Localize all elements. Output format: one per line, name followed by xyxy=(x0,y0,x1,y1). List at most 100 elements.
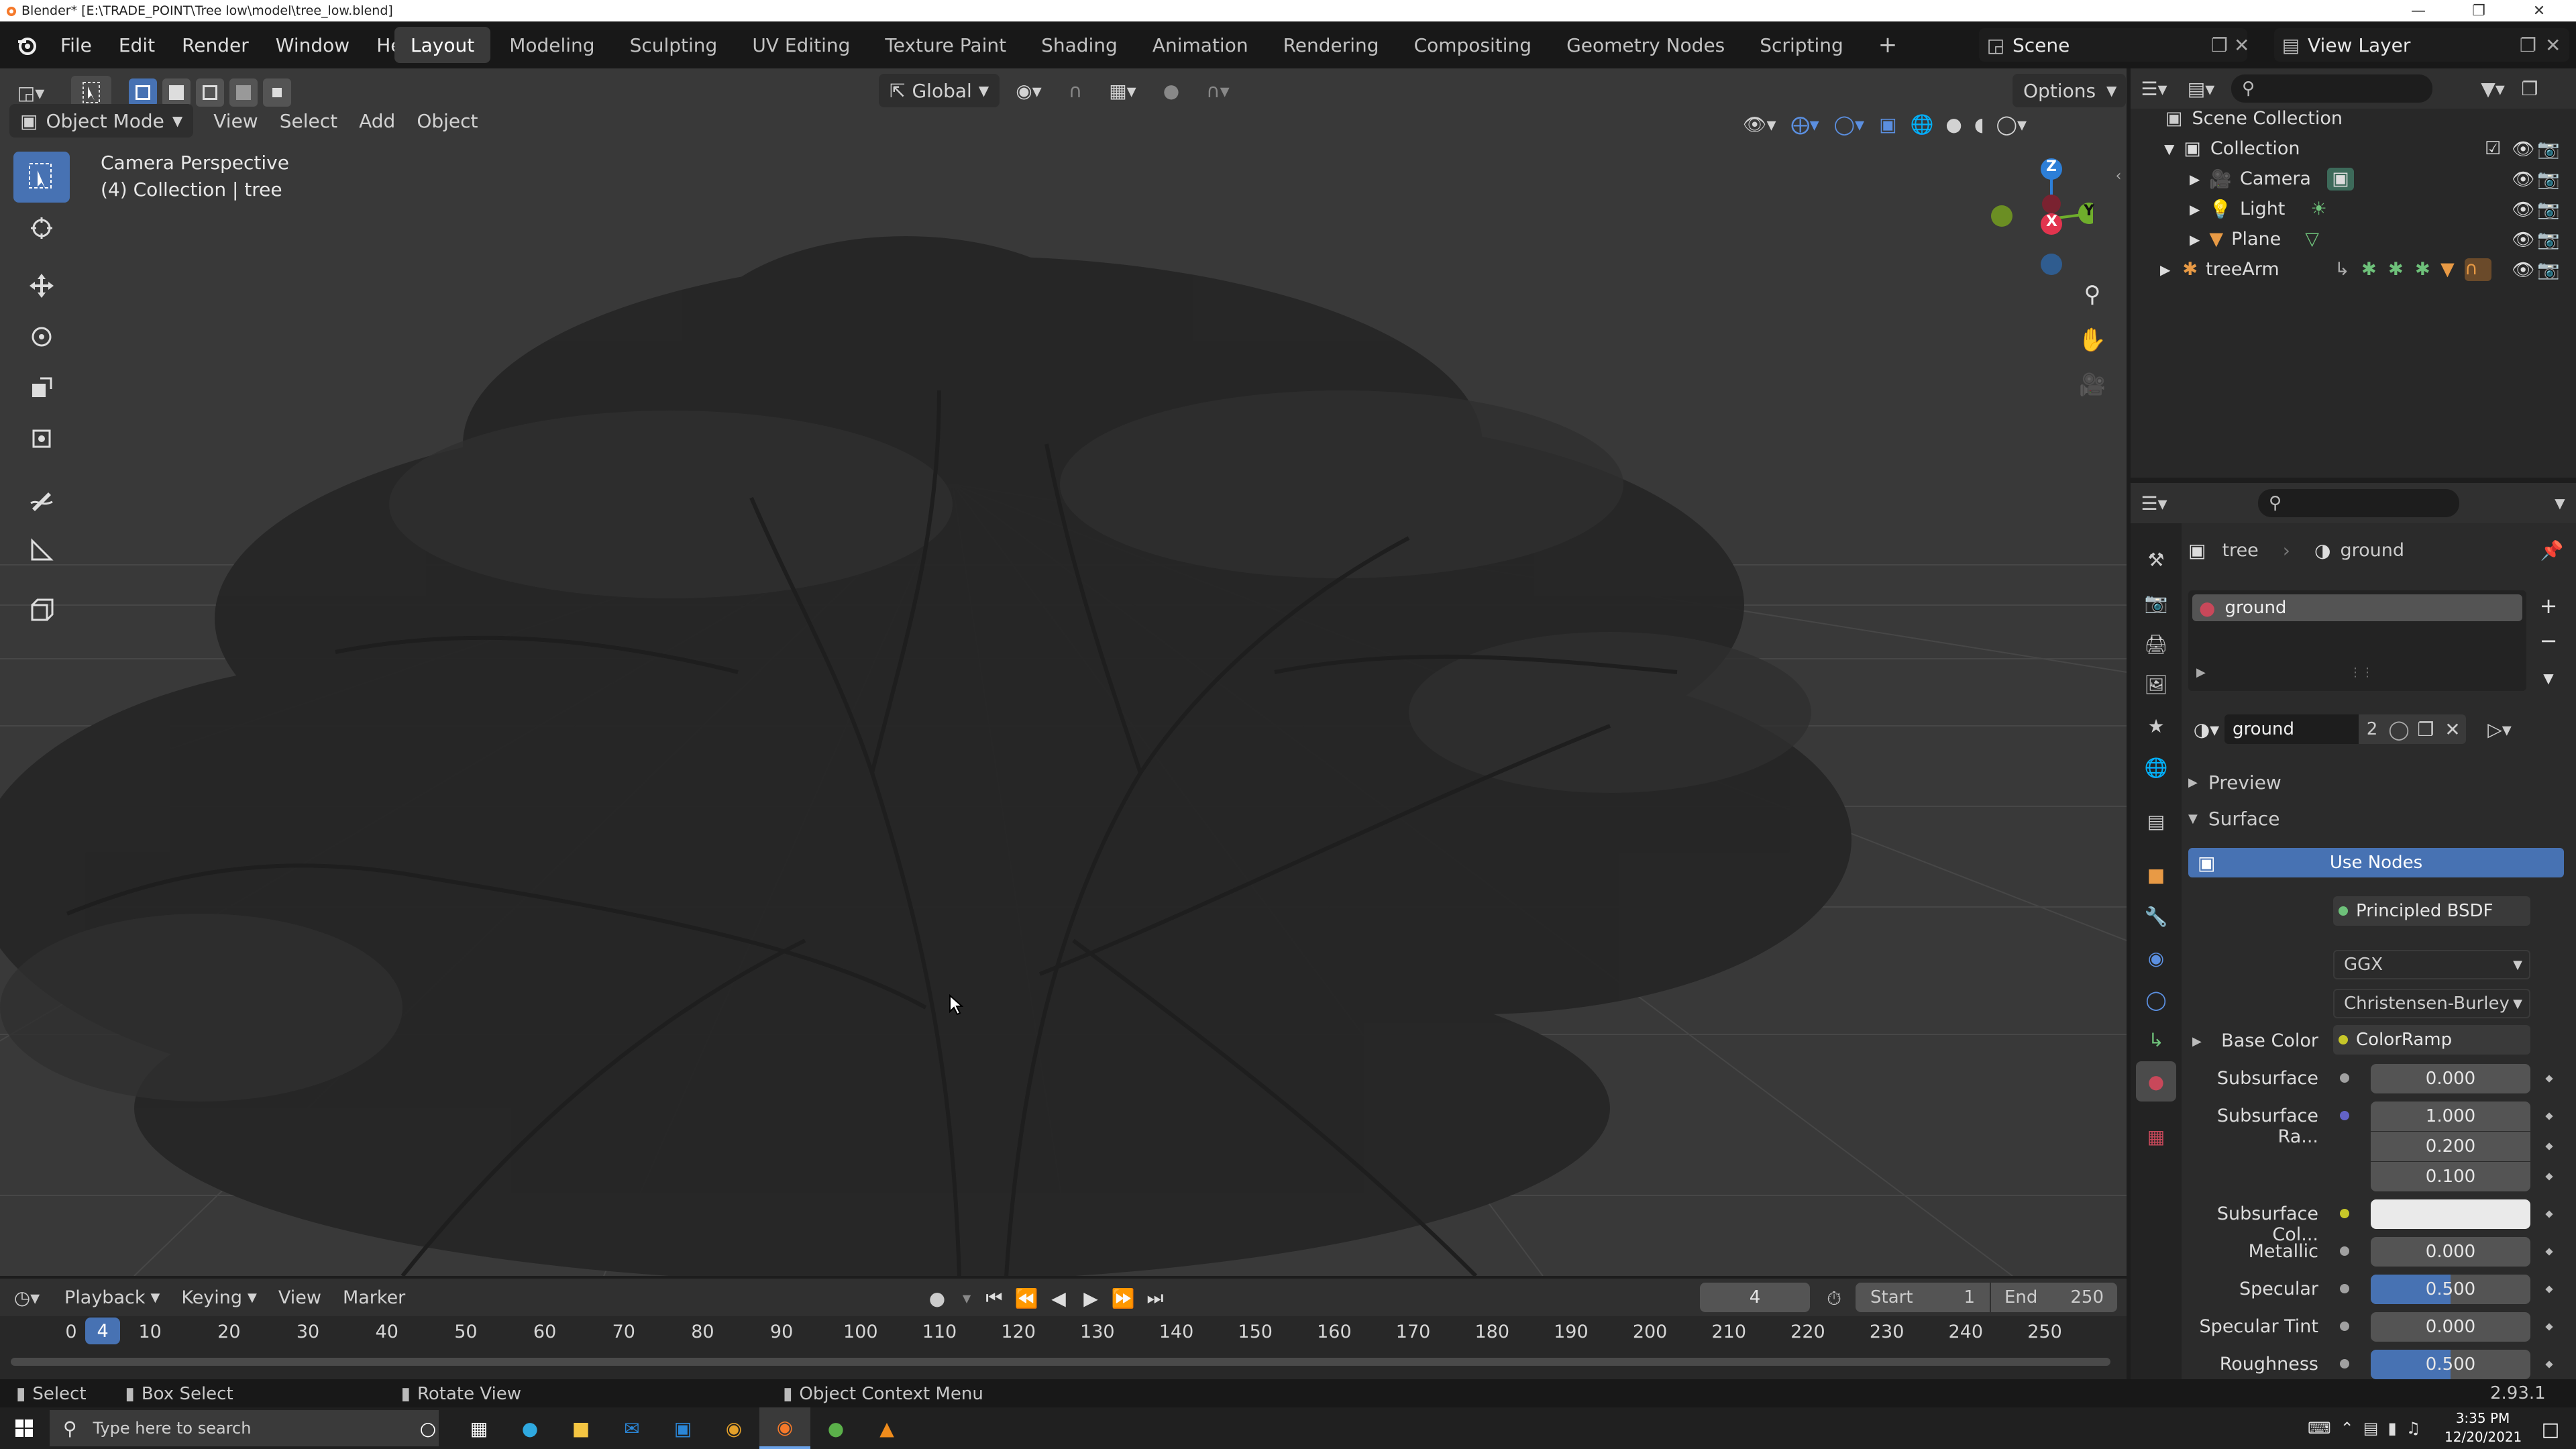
frame-ruler[interactable]: 4 0 10 20 30 40 50 60 70 80 90 100 110 120 130 140 150 1… xyxy=(0,1316,2127,1379)
subsurface-radius-x-field[interactable]: 1.000 xyxy=(2371,1102,2530,1131)
display-mode-icon[interactable]: ▤▾ xyxy=(2178,72,2224,105)
camera-view-icon[interactable]: 🎥 xyxy=(2076,368,2109,401)
user-count[interactable]: 2 xyxy=(2359,714,2385,744)
annotate-tool[interactable] xyxy=(13,474,70,525)
browse-material-icon[interactable]: ◑▾ xyxy=(2188,714,2224,744)
preview-panel-header[interactable]: ▶ Preview xyxy=(2188,767,2571,797)
tab-uv-editing[interactable]: UV Editing xyxy=(736,27,866,63)
3d-viewport[interactable]: ◲▾ ▣ Object Mode ▼ View Select Add Objec… xyxy=(0,68,2127,1276)
filter-icon[interactable]: ▼▾ xyxy=(2473,72,2513,105)
pin-icon[interactable]: 📌 xyxy=(2538,537,2565,564)
xray-toggle-icon[interactable]: ▣ xyxy=(1874,107,1902,141)
sidebar-toggle-icon[interactable]: ‹ xyxy=(2110,162,2127,189)
menu-marker[interactable]: Marker xyxy=(332,1281,416,1314)
pan-hand-icon[interactable]: ✋ xyxy=(2076,323,2109,357)
keyframe-dot[interactable] xyxy=(2545,1248,2553,1256)
taskbar-search-box[interactable]: ⚲ Type here to search xyxy=(50,1410,439,1446)
fake-user-icon[interactable]: ◯ xyxy=(2385,714,2412,744)
unlink-material-icon[interactable]: ✕ xyxy=(2439,714,2466,744)
eye-icon[interactable]: 👁 xyxy=(2512,259,2534,280)
blender-taskbar-icon[interactable]: ◉ xyxy=(759,1407,810,1449)
expand-arrow-icon[interactable]: ▶ xyxy=(2196,665,2206,680)
metallic-field[interactable]: 0.000 xyxy=(2371,1237,2530,1267)
resize-handle-icon[interactable]: ⋮⋮ xyxy=(2349,665,2373,680)
expand-arrow-icon[interactable]: ▶ xyxy=(2190,171,2200,187)
eye-icon[interactable]: 👁 xyxy=(2512,138,2534,160)
expand-arrow-icon[interactable]: ▶ xyxy=(2190,201,2200,217)
keyframe-dot[interactable] xyxy=(2545,1360,2553,1368)
proportional-edit-icon[interactable]: ● xyxy=(1152,74,1190,107)
menu-keying[interactable]: Keying ▼ xyxy=(170,1281,268,1314)
select-box-tool[interactable] xyxy=(13,152,70,203)
solid-shading-icon[interactable]: ● xyxy=(1941,107,1966,141)
taskbar-time[interactable]: 3:35 PM xyxy=(2453,1410,2513,1426)
physics-tab-icon[interactable]: ◯ xyxy=(2136,979,2176,1020)
wireframe-shading-icon[interactable]: 🌐 xyxy=(1907,107,1938,141)
delete-scene-icon[interactable]: ✕ xyxy=(2234,34,2249,56)
new-scene-icon[interactable]: ❐ xyxy=(2211,34,2228,56)
delete-view-layer-icon[interactable]: ✕ xyxy=(2545,34,2561,56)
menu-timeline-view[interactable]: View xyxy=(268,1281,332,1314)
tab-sculpting[interactable]: Sculpting xyxy=(614,27,734,63)
checkbox-icon[interactable]: ☑ xyxy=(2485,138,2501,159)
object-data-tab-icon[interactable]: ↳ xyxy=(2136,1020,2176,1060)
new-view-layer-icon[interactable]: ❐ xyxy=(2520,34,2536,56)
play-reverse-icon[interactable]: ◀ xyxy=(1044,1287,1073,1309)
app-green-icon[interactable]: ● xyxy=(810,1407,861,1449)
eye-icon[interactable]: 👁 xyxy=(2512,168,2534,190)
menu-add[interactable]: Add xyxy=(348,104,406,138)
subsurface-color-swatch[interactable] xyxy=(2371,1199,2530,1229)
tray-overflow-icon[interactable]: ⌃ xyxy=(2341,1419,2354,1438)
chrome-icon[interactable]: ◉ xyxy=(708,1407,759,1449)
surface-panel-header[interactable]: ▼ Surface xyxy=(2188,804,2571,833)
outliner-row-collection[interactable]: ▼ ▣ Collection ☑ 👁 📷 xyxy=(2131,133,2576,164)
tab-modeling[interactable]: Modeling xyxy=(493,27,610,63)
keyboard-icon[interactable]: ⌨ xyxy=(2308,1419,2331,1438)
snap-icon[interactable]: ∩ xyxy=(1058,74,1093,107)
tab-geometry-nodes[interactable]: Geometry Nodes xyxy=(1550,27,1741,63)
distribution-dropdown[interactable]: GGX ▼ xyxy=(2333,950,2530,979)
pose-icon[interactable]: ✱ xyxy=(2388,259,2404,280)
subsurface-radius-z-field[interactable]: 0.100 xyxy=(2371,1162,2530,1191)
keyframe-dot[interactable] xyxy=(2545,1210,2553,1218)
editor-type-icon[interactable]: ☰▾ xyxy=(2131,72,2178,105)
outliner-row-camera[interactable]: ▶ 🎥 Camera ▣ 👁 📷 xyxy=(2131,164,2576,194)
tab-shading[interactable]: Shading xyxy=(1025,27,1134,63)
render-camera-icon[interactable]: 📷 xyxy=(2537,229,2560,250)
options-dropdown[interactable]: Options ▼ xyxy=(2012,74,2127,107)
snap-target-icon[interactable]: ▦▾ xyxy=(1098,74,1147,107)
modifier-icon[interactable]: ∩ xyxy=(2465,258,2491,281)
restore-button[interactable]: ❐ xyxy=(2449,0,2509,21)
eye-icon[interactable]: 👁 xyxy=(2512,229,2534,250)
render-camera-icon[interactable]: 📷 xyxy=(2537,259,2560,280)
roughness-slider[interactable]: 0.500 xyxy=(2371,1350,2530,1379)
volume-icon[interactable]: ♫ xyxy=(2406,1419,2421,1438)
use-nodes-button[interactable]: ▣ Use Nodes xyxy=(2188,848,2564,877)
play-icon[interactable]: ▶ xyxy=(1076,1287,1106,1309)
menu-render[interactable]: Render xyxy=(168,25,262,64)
duplicate-material-icon[interactable]: ❐ xyxy=(2412,714,2439,744)
cortana-icon[interactable]: ○ xyxy=(402,1407,453,1449)
pivot-point-icon[interactable]: ◉▾ xyxy=(1005,74,1053,107)
playhead[interactable]: 4 xyxy=(85,1318,121,1344)
jump-end-icon[interactable]: ⏭ xyxy=(1140,1287,1170,1309)
next-keyframe-icon[interactable]: ⏩ xyxy=(1108,1287,1138,1309)
store-icon[interactable]: ▣ xyxy=(657,1407,708,1449)
tab-texture-paint[interactable]: Texture Paint xyxy=(869,27,1022,63)
expand-arrow-icon[interactable]: ▶ xyxy=(2160,262,2170,278)
close-window-button[interactable]: ✕ xyxy=(2509,0,2569,21)
chevron-down-icon[interactable]: ▼ xyxy=(957,1292,977,1305)
eye-icon[interactable]: 👁 xyxy=(2512,199,2534,220)
keyframe-dot[interactable] xyxy=(2545,1285,2553,1293)
keyframe-dot[interactable] xyxy=(2545,1142,2553,1150)
menu-playback[interactable]: Playback ▼ xyxy=(54,1281,170,1314)
texture-tab-icon[interactable]: ▦ xyxy=(2136,1116,2176,1157)
expand-arrow-icon[interactable]: ▶ xyxy=(2190,231,2200,248)
transform-tool[interactable] xyxy=(13,413,70,464)
rendered-shading-icon[interactable]: ◯▾ xyxy=(1992,107,2031,141)
navigation-gizmo[interactable]: Z Y X xyxy=(1979,149,2094,283)
vlc-icon[interactable]: ▲ xyxy=(861,1407,912,1449)
taskbar-date[interactable]: 12/20/2021 xyxy=(2445,1429,2522,1445)
render-tab-icon[interactable]: 📷 xyxy=(2136,582,2176,623)
subsurface-method-dropdown[interactable]: Christensen-Burley ▼ xyxy=(2333,989,2530,1018)
